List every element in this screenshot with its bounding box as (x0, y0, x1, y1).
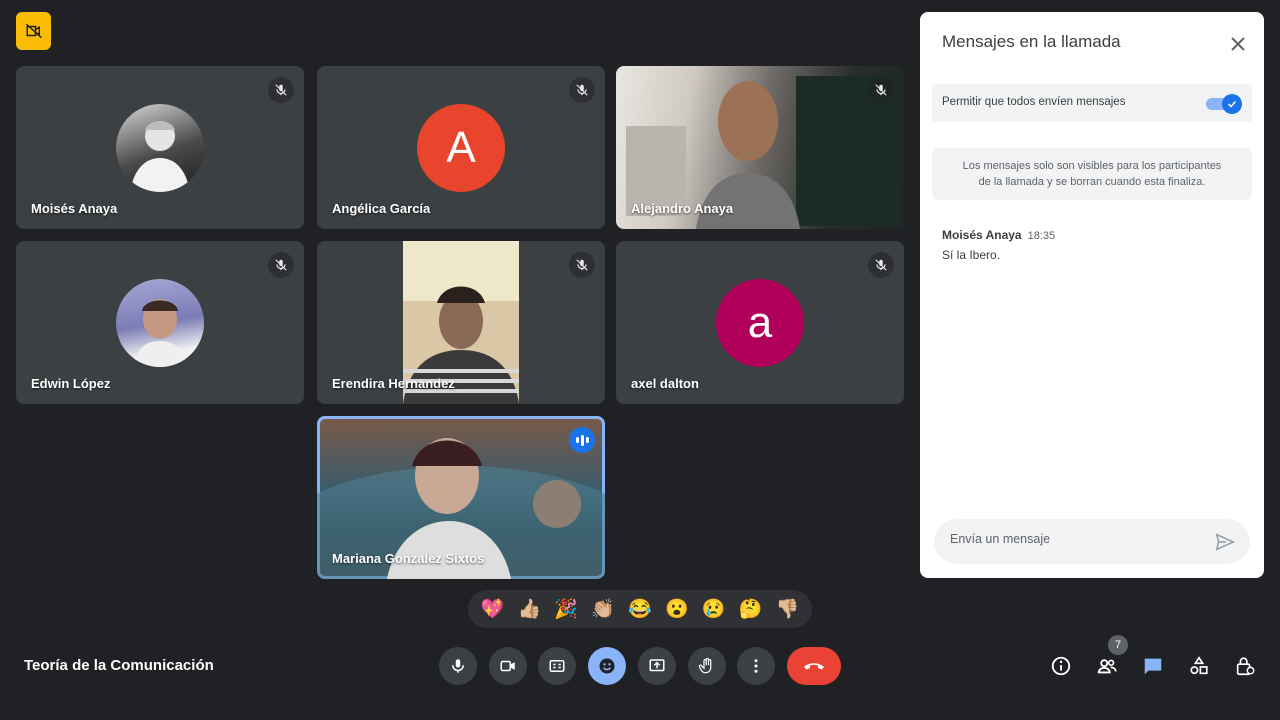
reactions-button[interactable] (588, 647, 626, 685)
reaction-laughing[interactable]: 😂 (628, 597, 652, 621)
reactions-bar: 💖 👍🏼 🎉 👏🏼 😂 😮 😢 🤔 👎🏼 (468, 590, 812, 628)
participant-name: axel dalton (631, 376, 699, 391)
mic-button[interactable] (439, 647, 477, 685)
camera-button[interactable] (489, 647, 527, 685)
message-sender: Moisés Anaya 18:35 (942, 228, 1056, 242)
participant-name: Mariana Gonzalez Sixtos (332, 551, 485, 566)
host-controls-button[interactable] (1231, 652, 1259, 680)
shapes-icon (1190, 656, 1208, 675)
present-screen-icon (649, 659, 665, 672)
participant-tile[interactable]: Erendira Hernandez (317, 241, 605, 404)
activities-button[interactable] (1185, 652, 1213, 680)
chat-panel: Mensajes en la llamada Permitir que todo… (920, 12, 1264, 578)
no-video-icon (25, 23, 42, 39)
participant-name: Angélica García (332, 201, 431, 216)
allow-messages-toggle[interactable] (1206, 94, 1242, 114)
participant-name: Moisés Anaya (31, 201, 118, 216)
reaction-sparkling-heart[interactable]: 💖 (481, 597, 505, 621)
mic-off-icon (868, 77, 894, 103)
recording-off-badge[interactable] (16, 12, 51, 50)
participant-tile[interactable]: Edwin López (16, 241, 304, 404)
participant-name: Alejandro Anaya (631, 201, 734, 216)
meeting-info-button[interactable] (1047, 652, 1075, 680)
call-end-icon (804, 663, 824, 670)
reaction-party-popper[interactable]: 🎉 (554, 597, 578, 621)
leave-call-button[interactable] (787, 647, 841, 685)
allow-messages-row: Permitir que todos envíen mensajes (932, 84, 1252, 122)
closed-captions-icon (549, 660, 565, 672)
participant-tile[interactable]: a axel dalton (616, 241, 904, 404)
more-options-button[interactable] (737, 647, 775, 685)
chat-icon (1144, 658, 1162, 675)
participant-tile[interactable]: Alejandro Anaya (616, 66, 904, 229)
people-icon (1097, 659, 1117, 674)
avatar: a (716, 279, 804, 367)
mic-off-icon (569, 252, 595, 278)
participant-name: Edwin López (31, 376, 111, 391)
reaction-thinking[interactable]: 🤔 (739, 597, 763, 621)
hand-icon (698, 657, 712, 674)
reaction-thumbs-down[interactable]: 👎🏼 (776, 597, 800, 621)
emoji-icon (599, 658, 615, 674)
close-button[interactable] (1226, 32, 1250, 56)
send-button[interactable] (1214, 531, 1236, 553)
message-time: 18:35 (1027, 230, 1056, 242)
participant-tile[interactable]: Moisés Anaya (16, 66, 304, 229)
mic-off-icon (268, 252, 294, 278)
mic-icon (452, 659, 464, 673)
reaction-clapping[interactable]: 👏🏼 (591, 597, 615, 621)
lock-person-icon (1236, 657, 1255, 676)
avatar: A (417, 104, 505, 192)
more-vert-icon (754, 659, 758, 673)
captions-button[interactable] (538, 647, 576, 685)
participant-tile[interactable]: A Angélica García (317, 66, 605, 229)
allow-messages-label: Permitir que todos envíen mensajes (942, 96, 1126, 108)
reaction-sad[interactable]: 😢 (702, 597, 726, 621)
meeting-title: Teoría de la Comunicación (24, 657, 214, 674)
message-input[interactable] (948, 531, 1202, 547)
participant-tile-active[interactable]: Mariana Gonzalez Sixtos (317, 416, 605, 579)
panel-title: Mensajes en la llamada (942, 32, 1121, 51)
mic-off-icon (569, 77, 595, 103)
close-icon (1231, 37, 1245, 51)
speaking-indicator-icon (569, 427, 595, 453)
avatar (116, 279, 204, 367)
people-button[interactable] (1093, 652, 1121, 680)
info-icon (1051, 656, 1071, 676)
present-button[interactable] (638, 647, 676, 685)
send-icon (1215, 533, 1236, 551)
mic-off-icon (268, 77, 294, 103)
avatar (116, 104, 204, 192)
check-icon (1227, 100, 1237, 108)
participant-name: Erendira Hernandez (332, 376, 455, 391)
message-text: Sí la Ibero. (942, 248, 1001, 262)
privacy-note: Los mensajes solo son visibles para los … (932, 148, 1252, 200)
mic-off-icon (868, 252, 894, 278)
videocam-icon (500, 660, 515, 672)
message-compose (934, 519, 1250, 564)
reaction-thumbs-up[interactable]: 👍🏼 (517, 597, 541, 621)
raise-hand-button[interactable] (688, 647, 726, 685)
reaction-surprised[interactable]: 😮 (665, 597, 689, 621)
chat-button[interactable] (1139, 652, 1167, 680)
